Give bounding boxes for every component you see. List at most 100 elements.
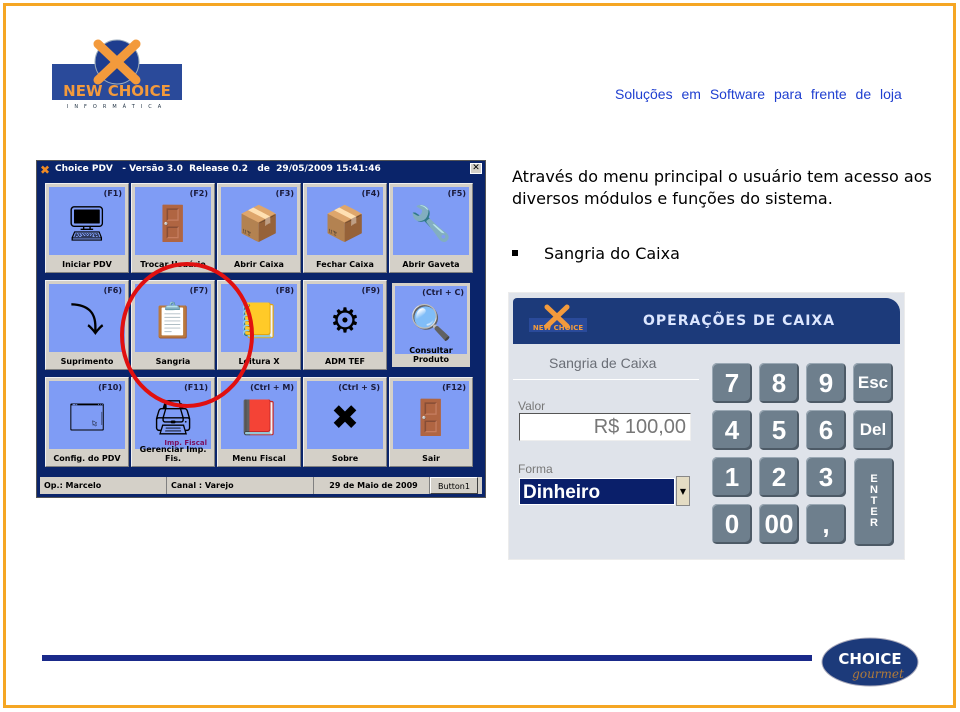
tile-label: Menu Fiscal <box>232 454 286 463</box>
shortcut-key: (Ctrl + S) <box>338 383 380 392</box>
status-channel: Canal : Varejo <box>167 477 314 494</box>
close-button[interactable]: ✕ <box>470 163 482 174</box>
tile-label: Sair <box>422 454 440 463</box>
shortcut-key: (F12) <box>442 383 466 392</box>
svg-text:INFORMÁTICA: INFORMÁTICA <box>67 103 167 110</box>
key-6[interactable]: 6 <box>806 410 846 450</box>
tile-trocar-usu-rio[interactable]: (F2) 🚪 Trocar Usuário <box>131 183 215 273</box>
key-del[interactable]: Del <box>853 410 893 450</box>
tile-face: (F6) ⤵ <box>49 284 125 352</box>
shortcut-key: (F2) <box>189 189 208 198</box>
window-tools-icon: 🗔 <box>68 398 106 438</box>
shortcut-key: (F4) <box>361 189 380 198</box>
tile-face: (F10) 🗔 <box>49 381 125 449</box>
tile-label: Abrir Caixa <box>234 260 284 269</box>
tile-adm-tef[interactable]: (F9) ⚙ ADM TEF <box>303 280 387 370</box>
description-text: Através do menu principal o usuário tem … <box>512 167 932 208</box>
svg-text:gourmet: gourmet <box>852 667 904 681</box>
ops-header: NEW CHOICE OPERAÇÕES DE CAIXA <box>513 298 900 344</box>
tile-face: (F2) 🚪 <box>135 187 211 255</box>
tile-label: Config. do PDV <box>53 454 121 463</box>
key-00[interactable]: 00 <box>759 504 799 544</box>
svg-text:NEW CHOICE: NEW CHOICE <box>63 82 171 100</box>
exit-door-icon: 🚪 <box>409 398 453 438</box>
pdv-title: Choice PDV - Versão 3.0 Release 0.2 de 2… <box>55 164 381 174</box>
key-enter[interactable]: E N T E R <box>854 458 894 546</box>
operacoes-caixa-window: NEW CHOICE OPERAÇÕES DE CAIXA Sangria de… <box>508 292 905 560</box>
tile-face: (F5) 🔧 <box>393 187 469 255</box>
tile-face: (F4) 📦 <box>307 187 383 255</box>
key-3[interactable]: 3 <box>806 457 846 497</box>
key-5[interactable]: 5 <box>759 410 799 450</box>
forma-select[interactable]: Dinheiro <box>519 478 675 505</box>
tile-sair[interactable]: (F12) 🚪 Sair <box>389 377 473 467</box>
key-1[interactable]: 1 <box>712 457 752 497</box>
status-date: 29 de Maio de 2009 <box>314 477 430 494</box>
shortcut-key: (F8) <box>275 286 294 295</box>
choice-gourmet-logo: CHOICE gourmet <box>821 637 919 687</box>
tile-face: (F1) 🖥 <box>49 187 125 255</box>
key-4[interactable]: 4 <box>712 410 752 450</box>
dropdown-arrow-icon[interactable]: ▼ <box>676 476 690 506</box>
tile-label: Suprimento <box>60 357 114 366</box>
tile-face: (F9) ⚙ <box>307 284 383 352</box>
bullet-square-icon <box>512 250 518 256</box>
wrench-icon: 🔧 <box>409 204 453 244</box>
shortcut-key: (Ctrl + C) <box>422 288 464 297</box>
divider <box>513 379 699 380</box>
tile-fechar-caixa[interactable]: (F4) 📦 Fechar Caixa <box>303 183 387 273</box>
shortcut-key: (F3) <box>275 189 294 198</box>
tile-abrir-caixa[interactable]: (F3) 📦 Abrir Caixa <box>217 183 301 273</box>
exit-door-users-icon: 🚪 <box>151 204 195 244</box>
svg-text:NEW CHOICE: NEW CHOICE <box>533 324 583 332</box>
tile-iniciar-pdv[interactable]: (F1) 🖥 Iniciar PDV <box>45 183 129 273</box>
bullet-text: Sangria do Caixa <box>544 244 680 263</box>
shortcut-key: (F10) <box>98 383 122 392</box>
shortcut-key: (F6) <box>103 286 122 295</box>
computer-icon: 🖥 <box>65 204 109 244</box>
tile-config-do-pdv[interactable]: (F10) 🗔 Config. do PDV <box>45 377 129 467</box>
choice-x-logo-icon: ✖ <box>330 398 360 438</box>
bullet-item: Sangria do Caixa <box>512 244 680 263</box>
tile-face: (Ctrl + C) 🔍 <box>395 286 467 354</box>
status-bar: Op.: Marcelo Canal : Varejo 29 de Maio d… <box>40 477 482 494</box>
key-esc[interactable]: Esc <box>853 363 893 403</box>
ops-title: OPERAÇÕES DE CAIXA <box>643 313 836 329</box>
tile-label: Gerenciar Imp. Fis. <box>139 445 207 463</box>
tile-label: Consultar Produto <box>409 346 453 364</box>
tile-face: (F3) 📦 <box>221 187 297 255</box>
shortcut-key: (F1) <box>103 189 122 198</box>
key-0[interactable]: 0 <box>712 504 752 544</box>
tile-consultar-produto[interactable]: (Ctrl + C) 🔍 Consultar Produto <box>389 280 473 370</box>
pdv-tile-grid: (F1) 🖥 Iniciar PDV (F2) 🚪 Trocar Usuário (F3) 📦… <box>41 178 481 493</box>
new-choice-logo: NEW CHOICE INFORMÁTICA <box>52 39 182 110</box>
key-9[interactable]: 9 <box>806 363 846 403</box>
key-2[interactable]: 2 <box>759 457 799 497</box>
pdv-main-window: ✖ Choice PDV - Versão 3.0 Release 0.2 de … <box>36 160 486 498</box>
valor-label: Valor <box>518 399 546 413</box>
forma-label: Forma <box>518 462 553 476</box>
highlight-circle <box>120 262 254 408</box>
key-comma[interactable]: , <box>806 504 846 544</box>
gear-icon: ⚙ <box>329 301 361 341</box>
tile-label: Sobre <box>331 454 359 463</box>
valor-input[interactable]: R$ 100,00 <box>519 413 691 441</box>
status-operator: Op.: Marcelo <box>40 477 167 494</box>
open-box-icon: 📦 <box>237 204 281 244</box>
tile-suprimento[interactable]: (F6) ⤵ Suprimento <box>45 280 129 370</box>
tile-abrir-gaveta[interactable]: (F5) 🔧 Abrir Gaveta <box>389 183 473 273</box>
tile-label: Iniciar PDV <box>62 260 112 269</box>
tile-face: (F12) 🚪 <box>393 381 469 449</box>
closed-box-icon: 📦 <box>323 204 367 244</box>
red-notebook-icon: 📕 <box>237 398 281 438</box>
key-7[interactable]: 7 <box>712 363 752 403</box>
tagline: Soluções em Software para frente de loja <box>615 86 902 102</box>
tile-face: (Ctrl + M) 📕 <box>221 381 297 449</box>
tile-sobre[interactable]: (Ctrl + S) ✖ Sobre <box>303 377 387 467</box>
shortcut-key: (Ctrl + M) <box>250 383 294 392</box>
button1[interactable]: Button1 <box>430 477 478 494</box>
key-8[interactable]: 8 <box>759 363 799 403</box>
tile-label: Abrir Gaveta <box>402 260 460 269</box>
ops-subtitle: Sangria de Caixa <box>549 355 657 371</box>
shortcut-key: (F9) <box>361 286 380 295</box>
